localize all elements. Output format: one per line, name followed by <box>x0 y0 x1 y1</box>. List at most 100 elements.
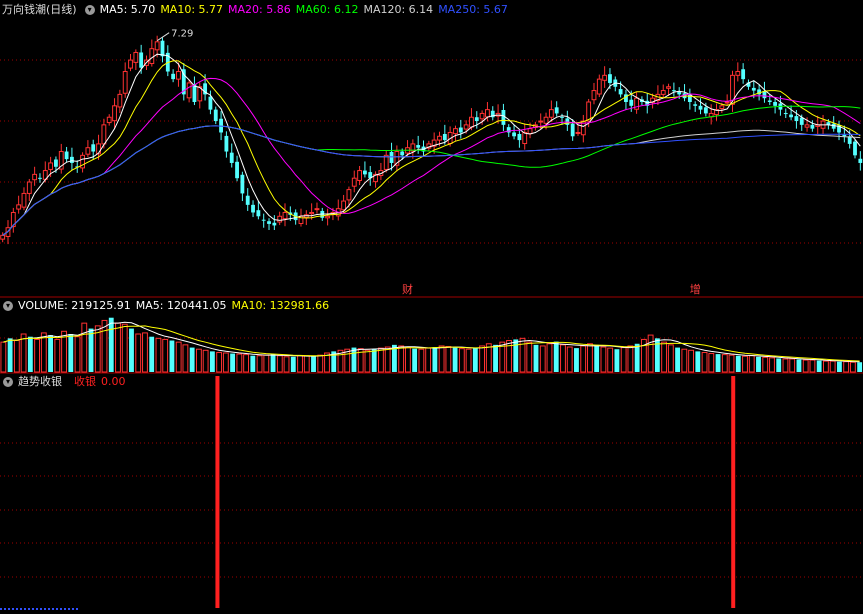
candle-body[interactable] <box>171 73 176 80</box>
candle-body[interactable] <box>724 101 730 104</box>
volume-bar[interactable] <box>169 340 175 372</box>
candle-body[interactable] <box>272 222 277 226</box>
candle-body[interactable] <box>703 107 708 114</box>
volume-bar[interactable] <box>762 356 769 373</box>
volume-bar[interactable] <box>776 358 782 372</box>
candle-body[interactable] <box>106 116 112 124</box>
candle-body[interactable] <box>235 161 239 179</box>
candle-body[interactable] <box>671 90 676 92</box>
volume-bar[interactable] <box>34 338 41 373</box>
candle-body[interactable] <box>261 219 266 221</box>
candle-body[interactable] <box>277 215 283 223</box>
volume-bar[interactable] <box>398 345 405 373</box>
price-panel[interactable]: 7.29 财 增 <box>0 29 863 296</box>
volume-bar[interactable] <box>364 349 371 373</box>
candle-body[interactable] <box>586 101 592 122</box>
volume-bar[interactable] <box>452 347 458 372</box>
candle-body[interactable] <box>602 74 608 81</box>
volume-bar[interactable] <box>695 351 701 372</box>
volume-bar[interactable] <box>88 328 94 372</box>
volume-bar[interactable] <box>809 359 816 373</box>
volume-bar[interactable] <box>735 355 741 372</box>
candle-body[interactable] <box>154 41 160 51</box>
candle-body[interactable] <box>26 181 32 194</box>
candle-body[interactable] <box>101 124 107 145</box>
volume-bar[interactable] <box>479 345 485 373</box>
volume-bar[interactable] <box>142 332 148 373</box>
volume-bar[interactable] <box>458 348 465 373</box>
candle-body[interactable] <box>618 89 623 95</box>
candle-body[interactable] <box>38 177 42 179</box>
candle-body[interactable] <box>54 159 58 167</box>
candle-body[interactable] <box>400 151 405 156</box>
candle-body[interactable] <box>176 71 181 80</box>
event-marker[interactable]: 增 <box>690 282 701 296</box>
candle-body[interactable] <box>32 173 38 181</box>
volume-bar[interactable] <box>230 353 236 372</box>
candle-body[interactable] <box>474 117 479 122</box>
candle-body[interactable] <box>309 211 315 215</box>
volume-bar[interactable] <box>519 337 526 373</box>
volume-bar[interactable] <box>816 360 822 372</box>
candle-body[interactable] <box>267 221 271 224</box>
volume-bar[interactable] <box>647 334 654 373</box>
volume-bar[interactable] <box>796 359 802 372</box>
volume-bar[interactable] <box>263 354 270 373</box>
volume-bar[interactable] <box>533 344 539 372</box>
volume-bar[interactable] <box>40 332 47 373</box>
volume-bar[interactable] <box>849 361 856 373</box>
candle-body[interactable] <box>213 109 218 122</box>
volume-bar[interactable] <box>412 348 418 372</box>
candle-body[interactable] <box>560 116 564 118</box>
volume-bar[interactable] <box>594 344 600 372</box>
volume-bar[interactable] <box>276 355 283 373</box>
volume-bar[interactable] <box>13 340 20 373</box>
candle-body[interactable] <box>16 204 22 210</box>
volume-bar[interactable] <box>728 354 735 373</box>
candle-body[interactable] <box>570 123 575 137</box>
volume-bar[interactable] <box>789 358 796 373</box>
volume-bar[interactable] <box>74 336 81 373</box>
volume-bar[interactable] <box>209 351 215 372</box>
volume-bar[interactable] <box>7 338 13 372</box>
candle-body[interactable] <box>666 86 671 89</box>
volume-bar[interactable] <box>445 345 452 373</box>
candle-body[interactable] <box>442 134 447 141</box>
collapse-icon[interactable]: ▾ <box>3 377 13 387</box>
volume-bar[interactable] <box>580 345 587 373</box>
volume-bar[interactable] <box>782 358 789 373</box>
candle-body[interactable] <box>596 78 602 95</box>
volume-bar[interactable] <box>607 347 614 373</box>
candle-body[interactable] <box>804 124 810 128</box>
volume-bar[interactable] <box>553 341 559 372</box>
candle-body[interactable] <box>325 215 331 219</box>
candle-body[interactable] <box>629 99 634 106</box>
volume-bar[interactable] <box>418 348 425 373</box>
volume-bar[interactable] <box>48 335 53 372</box>
volume-bar[interactable] <box>675 347 681 372</box>
volume-bar[interactable] <box>836 361 842 372</box>
volume-bar[interactable] <box>822 360 829 373</box>
volume-bar[interactable] <box>195 348 202 373</box>
collapse-icon[interactable]: ▾ <box>84 5 95 15</box>
volume-bar[interactable] <box>438 345 445 373</box>
candle-body[interactable] <box>117 93 123 108</box>
volume-bar[interactable] <box>175 341 182 373</box>
candle-body[interactable] <box>773 102 778 106</box>
volume-bar[interactable] <box>667 344 674 373</box>
volume-bar[interactable] <box>202 349 209 373</box>
volume-bar[interactable] <box>155 337 162 373</box>
candle-body[interactable] <box>479 112 485 120</box>
volume-bar[interactable] <box>539 345 546 373</box>
candle-body[interactable] <box>858 158 863 163</box>
indicator-panel[interactable] <box>0 376 736 610</box>
volume-bar[interactable] <box>108 317 114 372</box>
volume-bar[interactable] <box>661 341 668 373</box>
candle-body[interactable] <box>133 51 139 63</box>
volume-bar[interactable] <box>472 348 478 372</box>
candle-body[interactable] <box>256 210 261 217</box>
candle-body[interactable] <box>698 105 703 110</box>
candle-body[interactable] <box>799 117 804 125</box>
candle-body[interactable] <box>469 116 474 128</box>
volume-bar[interactable] <box>236 353 243 373</box>
